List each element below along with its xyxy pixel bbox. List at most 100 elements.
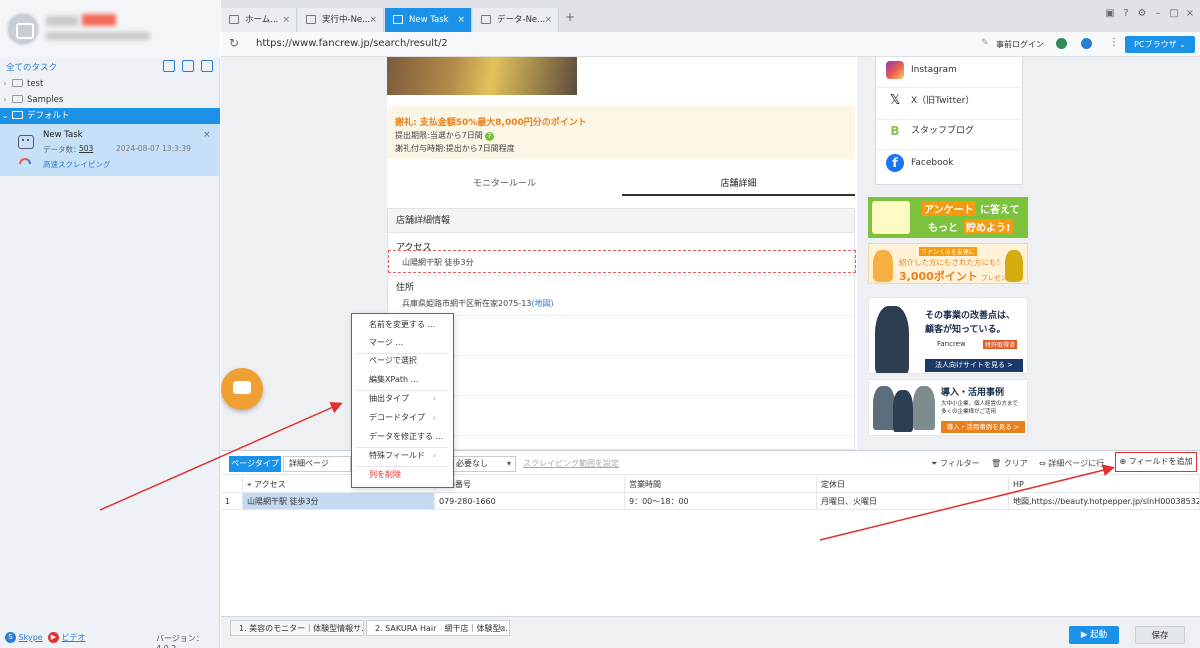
menu-item-decode-type[interactable]: デコードタイプ ›	[352, 408, 452, 427]
need-select[interactable]: 必要なし ▾	[450, 456, 516, 472]
map-link[interactable]: (地図)	[531, 299, 553, 308]
close-icon[interactable]: ×	[282, 8, 290, 32]
minimize-icon[interactable]: –	[1152, 8, 1164, 20]
banner-text: 貯めよう!	[964, 219, 1013, 234]
table-cell[interactable]: 079-280-1660	[435, 493, 625, 510]
help-icon[interactable]: ?	[1120, 8, 1132, 20]
run-button[interactable]: ▶ 起動	[1069, 626, 1119, 644]
page-icon	[306, 15, 316, 24]
video-link[interactable]: ▶ ビデオ	[48, 632, 86, 643]
banner-survey[interactable]: アンケート に答えて もっと 貯めよう!	[868, 197, 1028, 238]
menu-item-modify-data[interactable]: データを修正する ...	[352, 427, 452, 446]
close-window-icon[interactable]: ×	[1184, 8, 1196, 20]
close-icon[interactable]: ×	[457, 8, 465, 32]
browser-mode-select[interactable]: PCブラウザ ⌄	[1125, 36, 1195, 53]
more-icon[interactable]: ⋮	[1109, 37, 1119, 48]
edit-icon[interactable]: ✎	[981, 38, 989, 48]
divider	[388, 355, 854, 356]
column-header-hours[interactable]: 営業時間	[625, 476, 817, 493]
settings-icon[interactable]: ⚙	[1136, 8, 1148, 20]
save-button[interactable]: 保存	[1135, 626, 1185, 644]
row-number-header	[221, 476, 243, 493]
column-header-holiday[interactable]: 定休日	[817, 476, 1009, 493]
all-tasks-link[interactable]: 全てのタスク	[6, 61, 57, 73]
folder-default[interactable]: ⌄ デフォルト	[0, 108, 220, 124]
folder-label: test	[27, 79, 44, 89]
close-icon[interactable]: ×	[369, 8, 377, 32]
user-agent-icon[interactable]	[1081, 38, 1092, 49]
go-detail-button[interactable]: ⇔ 詳細ページに行	[1039, 458, 1104, 469]
user-profile	[0, 0, 220, 58]
menu-label: データを修正する ...	[369, 432, 444, 441]
folder-samples[interactable]: › Samples	[0, 92, 220, 108]
store-detail-box: 店舗詳細情報 アクセス 山陽網干駅 徒歩3分 住所 兵庫県姫路市網干区新在家20…	[387, 208, 856, 450]
close-icon[interactable]: ×	[544, 8, 552, 32]
banner-text: もっと	[928, 223, 958, 234]
help-icon[interactable]: ?	[484, 132, 494, 141]
add-field-button[interactable]: ⊕ フィールドを追加	[1115, 452, 1197, 472]
menu-item-delete-column[interactable]: 列を削除	[352, 465, 452, 484]
table-cell[interactable]: 月曜日、火曜日	[817, 493, 1009, 510]
new-task-icon[interactable]	[182, 60, 194, 72]
table-cell[interactable]: 山陽網干駅 徒歩3分	[243, 493, 435, 510]
browser-tab-bar: ホーム... × 実行中-Ne... × New Task × データ-Ne... × …	[221, 0, 1200, 32]
need-value: 必要なし	[456, 459, 488, 468]
divider	[876, 149, 1024, 150]
banner-business[interactable]: その事業の改善点は、 顧客が知っている。 Fancrew 特許取得済 法人向けサ…	[868, 297, 1028, 374]
chevron-right-icon: ›	[3, 79, 7, 88]
tab-home[interactable]: ホーム... ×	[221, 8, 297, 32]
menu-item-rename[interactable]: 名前を変更する ...	[352, 315, 452, 334]
table-cell[interactable]: 9：00～18：00	[625, 493, 817, 510]
page-tab-2[interactable]: 2. SAKURA Hair 網干店｜体験型... ⊗	[366, 620, 510, 636]
menu-item-select-on-page[interactable]: ページで選択	[352, 351, 452, 370]
extension-icon[interactable]	[1056, 38, 1067, 49]
table-cell[interactable]: 地図,https://beauty.hotpepper.jp/slnH00038…	[1009, 493, 1200, 510]
folder-label: Samples	[27, 95, 64, 105]
clear-label: クリア	[1003, 459, 1028, 468]
page-tab-1[interactable]: 1. 美容のモニター｜体験型情報サ...	[230, 620, 364, 636]
gift-icon[interactable]: ▣	[1104, 8, 1116, 20]
menu-item-merge[interactable]: マージ ...	[352, 333, 452, 352]
menu-item-edit-xpath[interactable]: 編集XPath ...	[352, 370, 452, 389]
filter-label: フィルター	[939, 459, 980, 468]
tab-monitor-rules[interactable]: モニタールール	[387, 176, 622, 196]
social-label: スタッフブログ	[911, 126, 975, 136]
facebook-icon: f	[886, 154, 904, 172]
tab-running[interactable]: 実行中-Ne... ×	[298, 8, 384, 32]
tab-new-task[interactable]: New Task ×	[385, 8, 472, 32]
add-tab-icon[interactable]: +	[565, 10, 575, 24]
close-icon[interactable]: ×	[203, 130, 211, 140]
skype-link[interactable]: S Skype	[5, 632, 43, 643]
menu-item-extract-type[interactable]: 抽出タイプ ›	[352, 389, 452, 408]
person-photo	[913, 386, 935, 430]
page-type-select[interactable]: 詳細ページ	[283, 456, 351, 472]
column-header-hp[interactable]: HP	[1009, 476, 1200, 493]
tab-data[interactable]: データ-Ne... ×	[473, 8, 559, 32]
data-count[interactable]: 503	[79, 144, 93, 153]
column-header-phone[interactable]: 電話番号	[435, 476, 625, 493]
close-icon[interactable]: ⊗	[499, 621, 506, 635]
banner-referral[interactable]: ファンくるを友達に 紹介した方にもされた方にも! 3,000ポイント プレゼント	[868, 243, 1028, 284]
search-task-icon[interactable]	[201, 60, 213, 72]
skype-label: Skype	[18, 633, 43, 642]
url-field[interactable]: https://www.fancrew.jp/search/result/2	[256, 38, 448, 49]
banner-text: 顧客が知っている。	[925, 325, 1006, 335]
chat-bubble-icon[interactable]	[221, 368, 263, 410]
task-card-new-task[interactable]: New Task × データ数： 503 2024-08-07 13:3:39 …	[0, 124, 220, 176]
chevron-right-icon: ›	[432, 394, 436, 403]
maximize-icon[interactable]: □	[1168, 8, 1180, 20]
pre-login-button[interactable]: 事前ログイン	[996, 39, 1044, 50]
tab-store-details[interactable]: 店舗詳細	[622, 176, 855, 196]
banner-case-study[interactable]: 導入・活用事例 大中小企業、個人経営の方まで 多くの企業様がご活用 導入・活用事…	[868, 379, 1028, 436]
person-illustration	[873, 250, 893, 282]
menu-item-special-field[interactable]: 特殊フィールド ›	[352, 446, 452, 465]
import-task-icon[interactable]	[163, 60, 175, 72]
menu-label: 特殊フィールド	[369, 451, 425, 460]
avatar[interactable]	[6, 12, 40, 46]
folder-test[interactable]: › test	[0, 76, 220, 92]
clear-button[interactable]: 🗑 クリア	[991, 458, 1028, 469]
reload-icon[interactable]: ↻	[229, 36, 239, 50]
scrape-range-link[interactable]: スクレイピング範囲を設定	[523, 458, 619, 469]
filter-button[interactable]: ⏷ フィルター	[931, 458, 980, 469]
access-value[interactable]: 山陽網干駅 徒歩3分	[402, 257, 474, 268]
